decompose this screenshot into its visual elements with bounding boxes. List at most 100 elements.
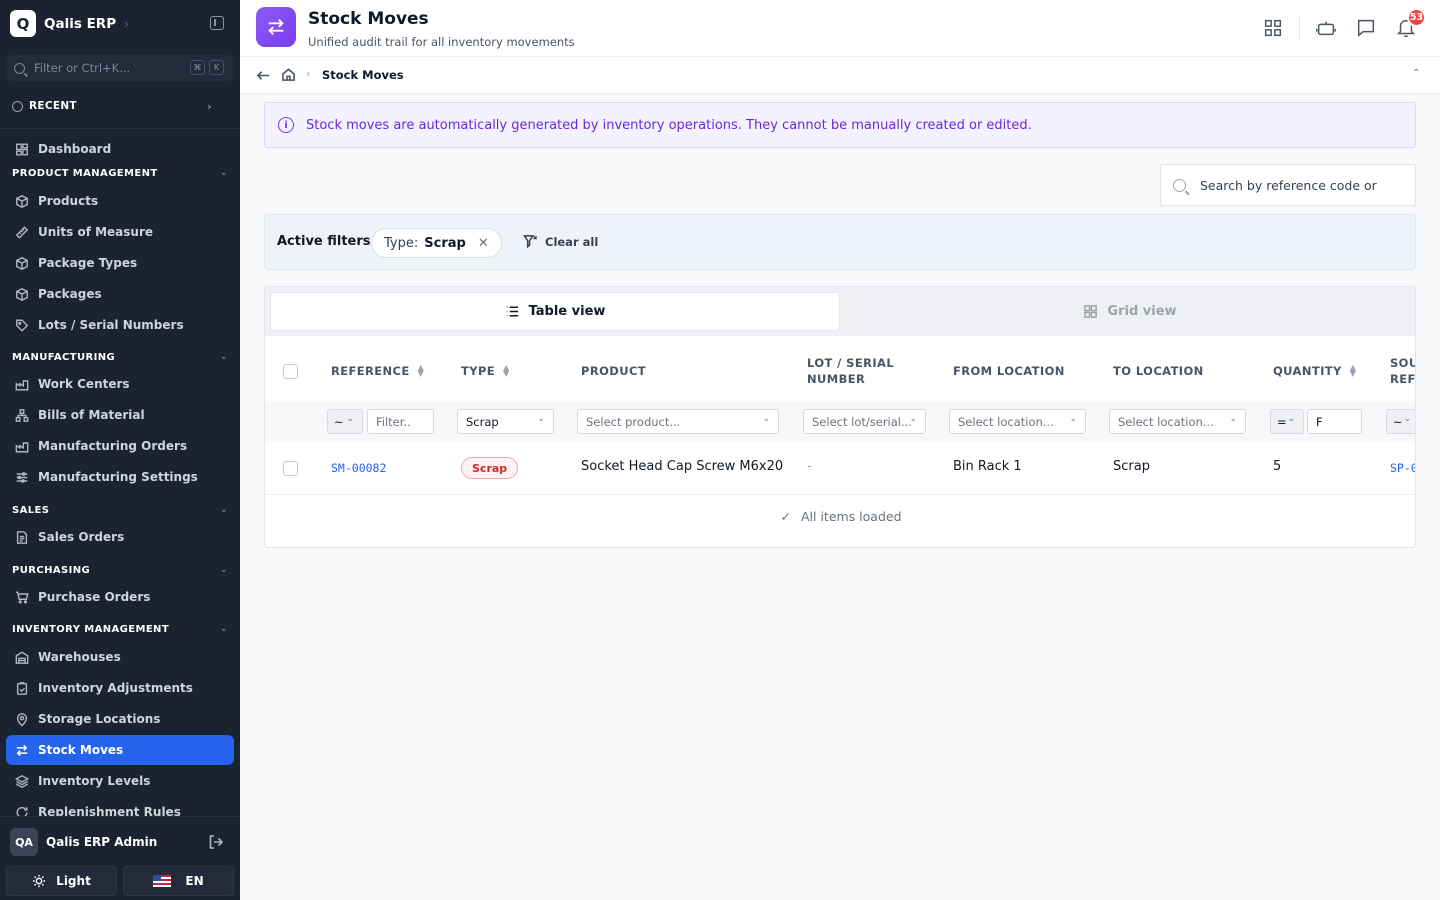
stock-moves-table-card: Table view Grid view REFERENCE ▲ ▼ TYPE ▲… <box>264 286 1416 548</box>
source-reference-link[interactable]: SP-0 <box>1390 461 1415 475</box>
reference-filter-input[interactable]: Filter.. <box>367 409 434 434</box>
section-sales[interactable]: SALES ⌄ <box>12 503 228 517</box>
reference-link[interactable]: SM-00082 <box>331 461 386 475</box>
chevron-down-icon: ⌄ <box>1229 414 1237 424</box>
search-input[interactable] <box>1200 177 1415 193</box>
sidebar-item-work-centers[interactable]: Work Centers <box>6 369 234 399</box>
from-location-filter-select[interactable]: Select location... ⌄ <box>949 409 1086 434</box>
section-purchasing[interactable]: PURCHASING ⌄ <box>12 563 228 577</box>
select-all-checkbox[interactable] <box>283 364 298 379</box>
section-inventory-management[interactable]: INVENTORY MANAGEMENT ⌄ <box>12 622 228 636</box>
section-product-management[interactable]: PRODUCT MANAGEMENT ⌄ <box>12 166 228 180</box>
theme-toggle-button[interactable]: Light <box>6 866 117 896</box>
home-icon[interactable] <box>281 67 296 86</box>
sidebar-collapse-icon[interactable] <box>210 16 224 30</box>
chevron-down-icon: ⌄ <box>220 168 228 178</box>
sidebar-item-stock-moves[interactable]: Stock Moves <box>6 735 234 765</box>
recent-toggle[interactable]: RECENT › <box>12 99 212 113</box>
product-filter-select[interactable]: Select product... ⌄ <box>577 409 779 434</box>
box-icon <box>15 194 29 208</box>
apps-grid-icon[interactable] <box>1262 17 1284 39</box>
column-header-reference[interactable]: REFERENCE ▲ ▼ <box>331 363 424 379</box>
close-icon[interactable]: ✕ <box>478 236 489 251</box>
language-label: EN <box>185 874 204 888</box>
section-manufacturing[interactable]: MANUFACTURING ⌄ <box>12 350 228 364</box>
sidebar-item-warehouses[interactable]: Warehouses <box>6 642 234 672</box>
to-location-filter-select[interactable]: Select location... ⌄ <box>1109 409 1246 434</box>
ruler-icon <box>15 225 29 239</box>
tab-table-view[interactable]: Table view <box>270 292 840 331</box>
sidebar-item-inventory-levels[interactable]: Inventory Levels <box>6 766 234 796</box>
operator-value: ~ <box>1393 414 1403 429</box>
sidebar-item-purchase-orders[interactable]: Purchase Orders <box>6 582 234 612</box>
arrows-left-right-icon <box>15 743 29 757</box>
user-profile[interactable]: QA Qalis ERP Admin <box>10 828 157 856</box>
column-label: REFERENCE <box>331 364 410 378</box>
sidebar-item-label: Purchase Orders <box>38 590 151 604</box>
tab-grid-view[interactable]: Grid view <box>845 292 1415 331</box>
quantity-operator-select[interactable]: = ⌄ <box>1270 409 1304 434</box>
chevron-down-icon: ⌄ <box>762 414 770 424</box>
list-icon <box>506 306 518 317</box>
lot-cell: - <box>807 459 812 474</box>
load-status-text: All items loaded <box>800 509 902 524</box>
sidebar-item-package-types[interactable]: Package Types <box>6 248 234 278</box>
sidebar-search[interactable]: Filter or Ctrl+K... ⌘ K <box>6 55 234 81</box>
sidebar-item-label: Warehouses <box>38 650 121 664</box>
row-checkbox[interactable] <box>283 461 298 476</box>
logout-icon[interactable] <box>208 834 224 850</box>
tab-label: Grid view <box>1107 304 1177 319</box>
sidebar-item-units-of-measure[interactable]: Units of Measure <box>6 217 234 247</box>
filter-placeholder: Select lot/serial... <box>812 414 912 429</box>
app-brand[interactable]: Q Qalis ERP › <box>10 10 129 37</box>
sidebar-search-placeholder: Filter or Ctrl+K... <box>34 61 131 75</box>
sidebar-item-label: Storage Locations <box>38 712 161 726</box>
active-filters-label: Active filters: <box>277 234 376 249</box>
chevron-down-icon: ⌄ <box>1287 414 1295 424</box>
reference-operator-select[interactable]: ~ ⌄ <box>327 409 363 434</box>
breadcrumb-separator: › <box>306 67 311 80</box>
quantity-cell: 5 <box>1273 459 1282 474</box>
sidebar-item-manufacturing-orders[interactable]: Manufacturing Orders <box>6 431 234 461</box>
factory-icon <box>15 377 29 391</box>
chevron-up-icon[interactable]: ⌃ <box>1412 68 1420 79</box>
source-operator-select[interactable]: ~ ⌄ <box>1386 409 1415 434</box>
column-label: REFE <box>1390 372 1416 386</box>
language-button[interactable]: EN <box>123 866 234 896</box>
table-row[interactable]: SM-00082 Scrap Socket Head Cap Screw M6x… <box>265 442 1415 495</box>
sidebar-item-products[interactable]: Products <box>6 186 234 216</box>
info-icon: i <box>278 117 294 133</box>
column-header-quantity[interactable]: QUANTITY ▲ ▼ <box>1273 363 1356 379</box>
sidebar-item-sales-orders[interactable]: Sales Orders <box>6 522 234 552</box>
back-arrow-icon[interactable] <box>256 68 271 87</box>
from-location-cell: Bin Rack 1 <box>953 459 1022 474</box>
sidebar-item-lots-serial-numbers[interactable]: Lots / Serial Numbers <box>6 310 234 340</box>
robot-icon[interactable] <box>1315 17 1337 39</box>
check-icon: ✓ <box>780 509 791 524</box>
lot-serial-filter-select[interactable]: Select lot/serial... ⌄ <box>803 409 926 434</box>
to-location-cell: Scrap <box>1113 459 1150 474</box>
filter-chip-value: Scrap <box>424 235 466 251</box>
sidebar-item-bills-of-material[interactable]: Bills of Material <box>6 400 234 430</box>
filter-chip-type[interactable]: Type: Scrap ✕ <box>371 228 502 258</box>
sidebar-item-manufacturing-settings[interactable]: Manufacturing Settings <box>6 462 234 492</box>
chat-icon[interactable] <box>1355 17 1377 39</box>
sidebar-item-dashboard[interactable]: Dashboard <box>6 134 234 164</box>
chevron-down-icon: ⌄ <box>220 505 228 515</box>
sidebar-item-packages[interactable]: Packages <box>6 279 234 309</box>
type-filter-select[interactable]: Scrap ⌄ <box>457 409 554 434</box>
quantity-filter-input[interactable]: F <box>1307 409 1362 434</box>
column-header-type[interactable]: TYPE ▲ ▼ <box>461 363 510 379</box>
sidebar-item-inventory-adjustments[interactable]: Inventory Adjustments <box>6 673 234 703</box>
breadcrumb-current: Stock Moves <box>322 68 404 82</box>
sidebar-item-storage-locations[interactable]: Storage Locations <box>6 704 234 734</box>
section-label: SALES <box>12 504 50 516</box>
column-label: QUANTITY <box>1273 364 1342 378</box>
sidebar: Q Qalis ERP › Filter or Ctrl+K... ⌘ K RE… <box>0 0 240 900</box>
sidebar-item-label: Inventory Levels <box>38 774 151 788</box>
box-icon <box>15 287 29 301</box>
clear-all-filters-button[interactable]: Clear all <box>523 234 598 249</box>
type-badge: Scrap <box>461 457 519 479</box>
recent-label: RECENT <box>29 100 77 112</box>
arrows-left-right-icon <box>256 7 296 47</box>
